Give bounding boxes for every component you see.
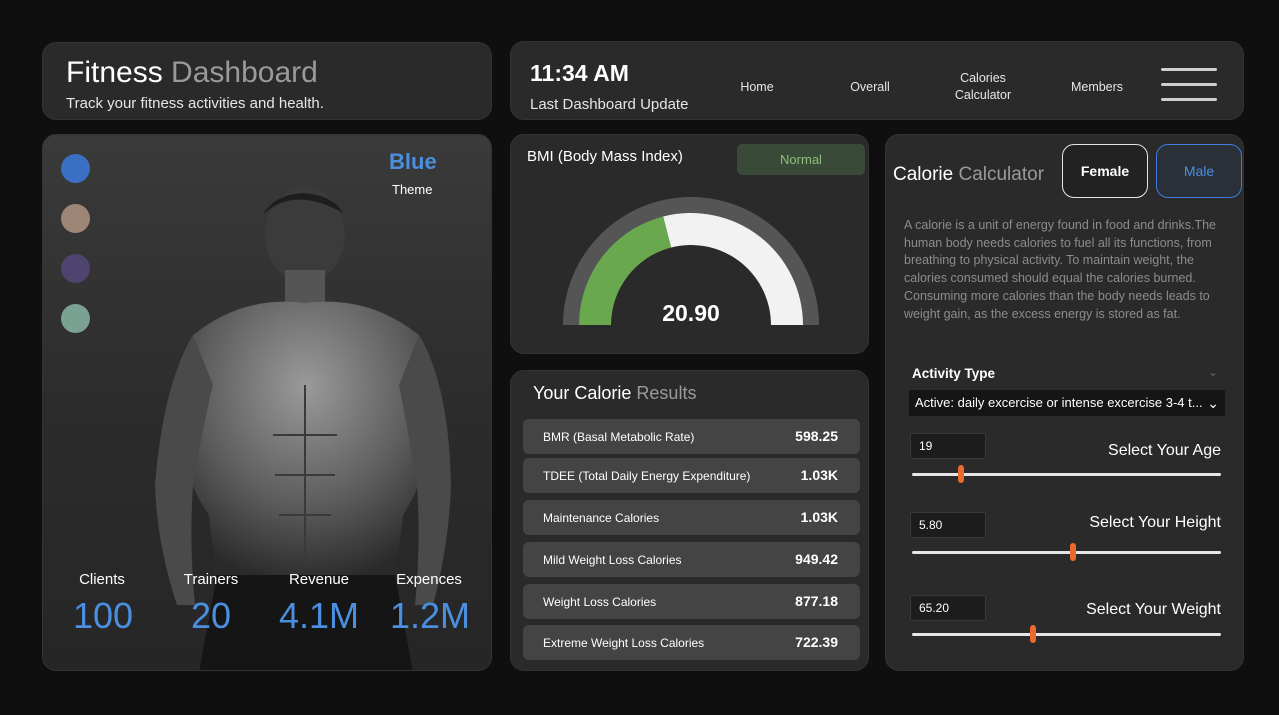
stat-label-expences: Expences <box>396 571 462 588</box>
title-card: Fitness Dashboard Track your fitness act… <box>42 42 492 120</box>
theme-swatch-purple[interactable] <box>61 254 90 283</box>
title-primary: Fitness <box>66 56 163 89</box>
chevron-down-icon: ⌄ <box>1207 395 1219 411</box>
calculator-title: Calorie Calculator <box>893 164 1044 186</box>
male-button[interactable]: Male <box>1156 144 1242 198</box>
age-input[interactable]: 19 <box>910 433 986 459</box>
result-label: Maintenance Calories <box>543 511 660 525</box>
calorie-description: A calorie is a unit of energy found in f… <box>904 218 1216 321</box>
result-row: TDEE (Total Daily Energy Expenditure) 1.0… <box>523 458 860 493</box>
weight-slider-thumb[interactable] <box>1029 625 1036 643</box>
hero-card: Blue Theme Clients 100 Trainers 20 Reven… <box>42 134 492 671</box>
nav-home[interactable]: Home <box>729 79 785 96</box>
nav-members[interactable]: Members <box>1064 79 1130 96</box>
results-title-primary: Your Calorie <box>533 383 632 403</box>
calculator-title-secondary: Calculator <box>958 164 1045 185</box>
hamburger-menu-icon[interactable] <box>1161 68 1217 102</box>
height-slider-thumb[interactable] <box>1069 543 1076 561</box>
stat-value-trainers: 20 <box>190 595 232 636</box>
bmi-status-badge: Normal <box>737 144 865 175</box>
result-row: Mild Weight Loss Calories 949.42 <box>523 542 860 577</box>
title-secondary: Dashboard <box>171 56 318 89</box>
result-label: Weight Loss Calories <box>543 595 657 609</box>
result-row: BMR (Basal Metabolic Rate) 598.25 <box>523 419 860 454</box>
calorie-calculator-card: Calorie Calculator Female Male A calorie… <box>885 134 1244 671</box>
calculator-title-primary: Calorie <box>893 164 954 185</box>
result-value: 1.03K <box>800 467 838 483</box>
calorie-results-card: Your Calorie Results BMR (Basal Metaboli… <box>510 370 869 671</box>
weight-slider-label: Select Your Weight <box>1086 601 1221 618</box>
bmi-title: BMI (Body Mass Index) <box>527 148 683 165</box>
stat-value-revenue: 4.1M <box>278 595 360 636</box>
result-value: 877.18 <box>795 593 838 609</box>
header-card: 11:34 AM Last Dashboard Update Home Over… <box>510 41 1244 120</box>
stat-value-clients: 100 <box>72 595 134 636</box>
result-value: 949.42 <box>795 551 838 567</box>
result-row: Extreme Weight Loss Calories 722.39 <box>523 625 860 660</box>
result-row: Maintenance Calories 1.03K <box>523 500 860 535</box>
result-row: Weight Loss Calories 877.18 <box>523 584 860 619</box>
stat-label-revenue: Revenue <box>288 571 350 588</box>
stat-value-expences: 1.2M <box>389 595 471 636</box>
theme-swatch-sage[interactable] <box>61 304 90 333</box>
results-title: Your Calorie Results <box>533 383 696 404</box>
result-value: 598.25 <box>795 428 838 444</box>
dashboard-subtitle: Track your fitness activities and health… <box>66 95 324 112</box>
female-button[interactable]: Female <box>1062 144 1148 198</box>
bmi-value: 20.90 <box>662 300 720 326</box>
result-label: Mild Weight Loss Calories <box>543 553 682 567</box>
height-slider-label: Select Your Height <box>1089 514 1221 531</box>
weight-slider[interactable] <box>912 625 1221 643</box>
bmi-card: BMI (Body Mass Index) Normal 20.90 <box>510 134 869 354</box>
result-value: 722.39 <box>795 634 838 650</box>
stat-label-clients: Clients <box>79 571 125 588</box>
nav-overall[interactable]: Overall <box>842 79 898 96</box>
results-title-secondary: Results <box>636 383 697 403</box>
height-input[interactable]: 5.80 <box>910 512 986 538</box>
result-label: BMR (Basal Metabolic Rate) <box>543 430 695 444</box>
activity-type-value: Active: daily excercise or intense excer… <box>915 395 1203 410</box>
clock: 11:34 AM <box>530 60 629 86</box>
dashboard-title: Fitness Dashboard <box>66 57 491 89</box>
theme-name: Blue <box>389 149 437 174</box>
result-value: 1.03K <box>800 509 838 525</box>
result-label: Extreme Weight Loss Calories <box>543 636 705 650</box>
activity-type-select[interactable]: Active: daily excercise or intense excer… <box>909 390 1225 416</box>
theme-swatch-blue[interactable] <box>61 154 90 183</box>
activity-type-label: Activity Type <box>912 366 996 381</box>
age-slider-thumb[interactable] <box>958 465 965 483</box>
age-slider-label: Select Your Age <box>1108 442 1221 459</box>
last-update-label: Last Dashboard Update <box>530 96 689 113</box>
chevron-down-icon[interactable]: ⌄ <box>1208 365 1218 379</box>
weight-input[interactable]: 65.20 <box>910 595 986 621</box>
result-label: TDEE (Total Daily Energy Expenditure) <box>543 469 751 483</box>
nav-calories-calculator[interactable]: Calories Calculator <box>946 70 1020 104</box>
stat-label-trainers: Trainers <box>183 571 239 588</box>
height-slider[interactable] <box>912 543 1221 561</box>
age-slider[interactable] <box>912 465 1221 483</box>
theme-swatch-tan[interactable] <box>61 204 90 233</box>
